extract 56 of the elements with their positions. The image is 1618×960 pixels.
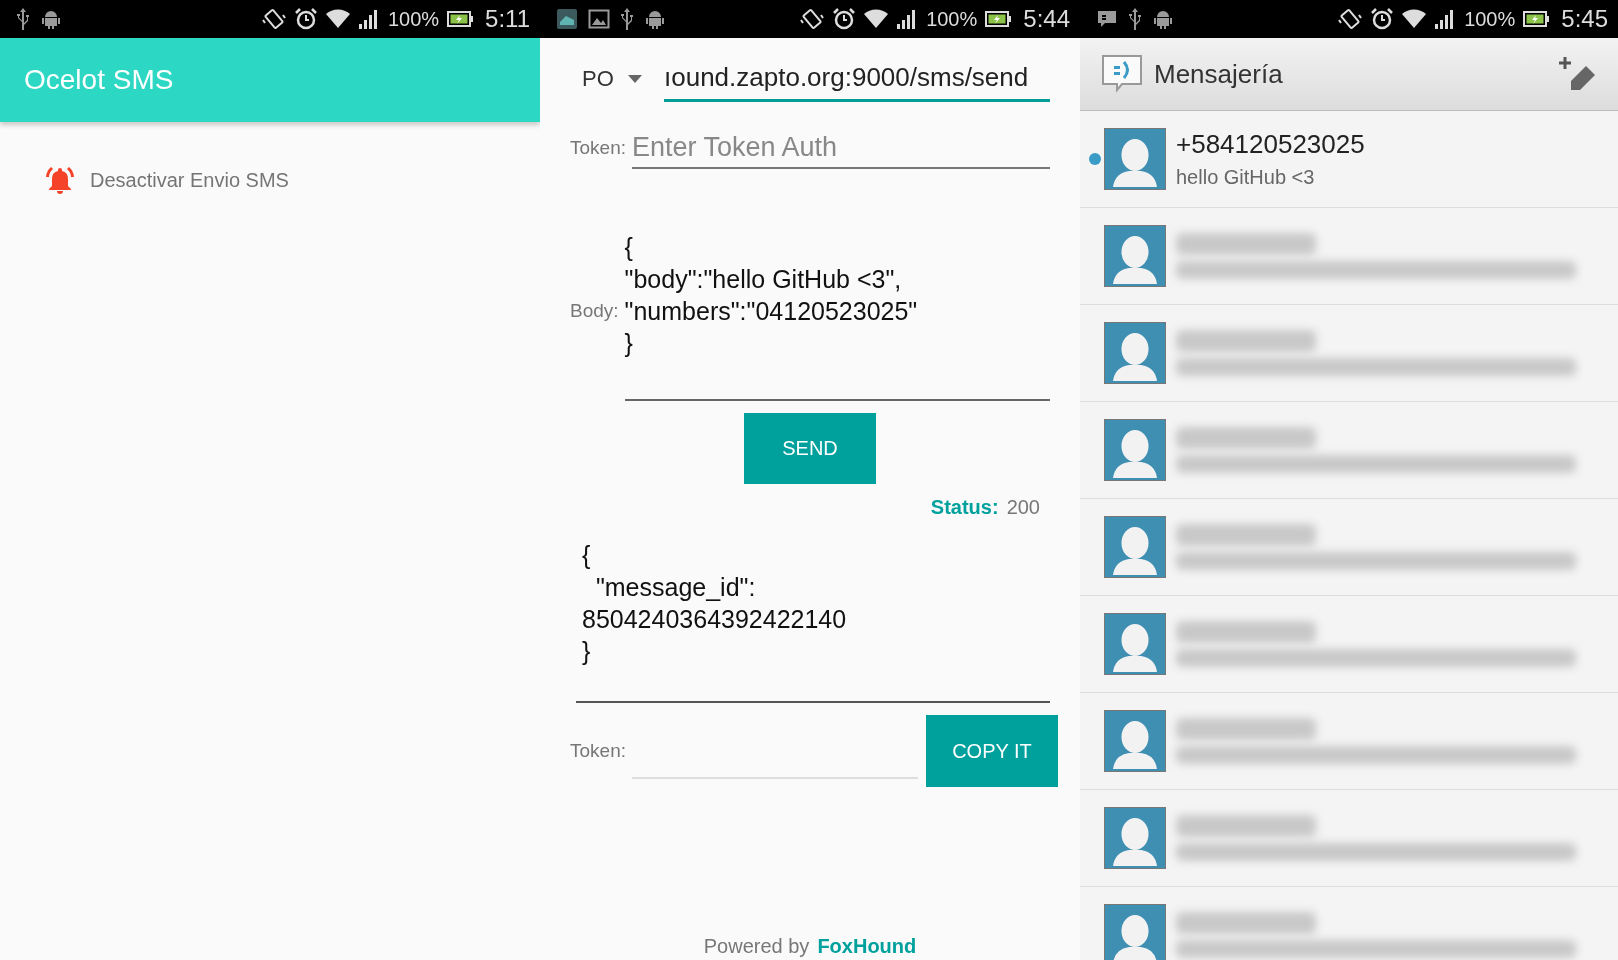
compose-icon[interactable] [1558,56,1598,92]
app-icon [556,8,578,30]
wifi-icon [1402,9,1427,29]
wifi-icon [864,9,889,29]
token-label: Token: [570,137,626,160]
avatar-icon [1104,807,1166,869]
chat-bubble-icon [1100,54,1144,94]
wifi-icon [325,9,350,29]
android-icon [1152,8,1174,30]
status-code: 200 [1006,496,1040,519]
body-field[interactable]: { "body":"hello GitHub <3", "numbers":"04120523025" } [624,231,1050,401]
status-label: Status: [930,496,999,519]
url-field[interactable]: ıound.zapto.org:9000/sms/send [664,62,1050,102]
method-dropdown[interactable]: PO [570,66,652,102]
image-icon [588,8,610,30]
usb-icon [1128,8,1142,30]
android-icon [644,8,666,30]
footer-text: Powered by [703,935,810,958]
avatar-icon [1104,613,1166,675]
clock-time: 5:45 [1561,5,1608,33]
usb-icon [16,8,30,30]
body-label: Body: [570,300,619,323]
avatar-icon [1104,128,1166,190]
vibrate-icon [1338,8,1363,30]
response-field[interactable]: { "message_id": 8504240364392422140 } [576,539,1050,703]
battery-icon [447,10,474,28]
battery-percent: 100% [926,7,978,31]
message-preview: hello GitHub <3 [1176,166,1316,189]
avatar-icon [1104,225,1166,287]
avatar-icon [1104,322,1166,384]
app-title: Ocelot SMS [24,64,174,96]
battery-percent: 100% [387,7,440,31]
alarm-icon [832,7,857,31]
android-icon [40,8,62,30]
alarm-icon [293,7,318,31]
signal-icon [357,9,380,29]
message-icon [1096,8,1118,30]
clock-time: 5:11 [485,5,530,33]
app-title: Mensajería [1154,58,1284,90]
token-label: Token: [570,740,626,762]
alarm-icon [1370,7,1395,31]
battery-icon [1523,10,1550,28]
avatar-icon [1104,710,1166,772]
clock-time: 5:44 [1023,5,1070,33]
vibrate-icon [261,8,286,30]
avatar-icon [1104,516,1166,578]
contact-name: +584120523025 [1176,129,1365,160]
vibrate-icon [800,8,825,30]
bell-icon [44,164,76,196]
menu-item[interactable]: Desactivar Envio SMS [0,122,540,196]
usb-icon [620,8,634,30]
caret-icon [627,75,642,83]
avatar-icon [1104,419,1166,481]
conversation-item[interactable]: +584120523025 hello GitHub <3 [1080,111,1618,208]
battery-percent: 100% [1464,7,1516,31]
battery-icon [985,10,1012,28]
